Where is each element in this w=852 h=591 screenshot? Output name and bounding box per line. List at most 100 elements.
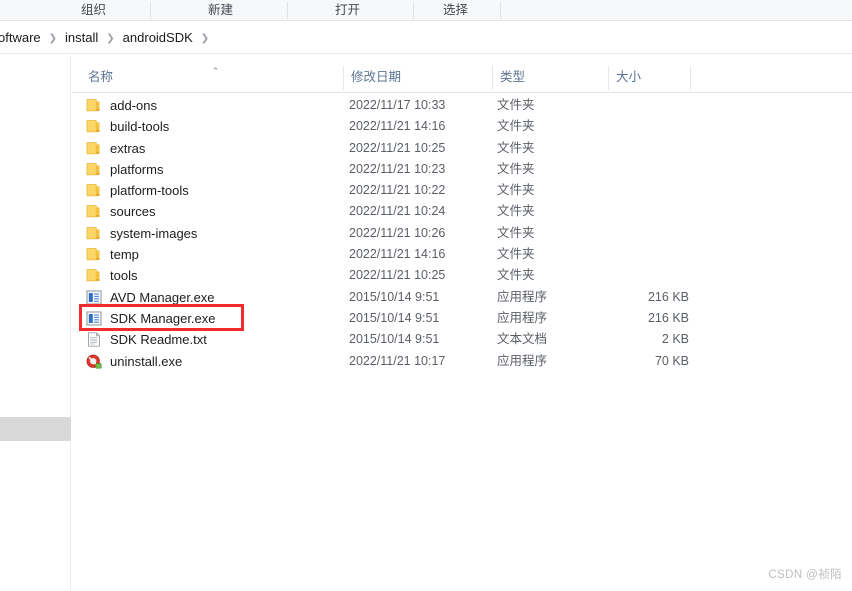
column-header-size[interactable]: 大小 xyxy=(616,63,641,92)
file-type: 文件夹 xyxy=(497,268,535,283)
command-bar-separator xyxy=(413,2,414,19)
nav-selected-block[interactable] xyxy=(0,417,71,441)
file-name[interactable]: system-images xyxy=(110,223,197,244)
file-type: 文件夹 xyxy=(497,225,535,240)
file-type: 文件夹 xyxy=(497,98,535,112)
file-name[interactable]: platform-tools xyxy=(110,180,189,201)
address-bar[interactable]: oftware ❯ install ❯ androidSDK ❯ xyxy=(0,21,852,54)
file-date-modified: 2022/11/21 10:26 xyxy=(349,225,446,240)
breadcrumb-chevron-right-icon[interactable]: ❯ xyxy=(102,33,118,44)
file-date-modified: 2015/10/14 9:51 xyxy=(349,289,440,304)
file-type: 文件夹 xyxy=(497,247,535,262)
command-bar-separator xyxy=(500,2,501,19)
file-size: 70 KB xyxy=(654,353,689,368)
column-header-row[interactable]: 名称 ⌃ 修改日期 类型 大小 xyxy=(72,63,852,93)
file-date-modified: 2022/11/21 10:24 xyxy=(349,204,446,219)
file-list-pane[interactable]: 名称 ⌃ 修改日期 类型 大小 add-ons 2022/11/17 10:33 文… xyxy=(72,55,852,591)
file-size: 2 KB xyxy=(661,332,689,347)
uninstall-icon xyxy=(86,354,102,369)
file-size xyxy=(572,180,689,201)
table-row[interactable]: temp 2022/11/21 14:16 文件夹 xyxy=(72,244,852,265)
command-bar-item-3[interactable]: 打开 xyxy=(335,0,360,20)
file-date-modified: 2022/11/21 10:25 xyxy=(349,268,446,283)
command-bar-separator xyxy=(287,2,288,19)
table-row[interactable]: platform-tools 2022/11/21 10:22 文件夹 xyxy=(72,180,852,201)
file-name[interactable]: extras xyxy=(110,138,145,159)
command-bar-item-2[interactable]: 新建 xyxy=(208,0,233,20)
file-date-modified: 2022/11/21 10:23 xyxy=(349,161,446,176)
breadcrumb-chevron-right-icon[interactable]: ❯ xyxy=(197,33,213,44)
column-divider[interactable] xyxy=(690,66,691,90)
file-type: 文件夹 xyxy=(497,140,535,155)
breadcrumb-segment-2[interactable]: install xyxy=(61,30,102,45)
table-row[interactable]: system-images 2022/11/21 10:26 文件夹 xyxy=(72,223,852,244)
file-name[interactable]: add-ons xyxy=(110,95,157,116)
column-header-date-modified[interactable]: 修改日期 xyxy=(351,63,401,92)
breadcrumb[interactable]: oftware ❯ install ❯ androidSDK ❯ xyxy=(0,21,213,53)
file-date-modified: 2022/11/21 10:22 xyxy=(349,183,446,198)
breadcrumb-segment-3[interactable]: androidSDK xyxy=(119,30,197,45)
file-type: 应用程序 xyxy=(497,353,548,368)
file-type: 文本文档 xyxy=(497,332,548,347)
file-name[interactable]: SDK Manager.exe xyxy=(110,308,216,329)
folder-icon xyxy=(86,204,102,219)
folder-icon xyxy=(86,226,102,241)
file-name[interactable]: SDK Readme.txt xyxy=(110,329,207,350)
file-type: 文件夹 xyxy=(497,183,535,198)
file-type: 文件夹 xyxy=(497,161,535,176)
table-row[interactable]: SDK Manager.exe 2015/10/14 9:51 应用程序 216 KB xyxy=(72,308,852,329)
csdn-watermark: CSDN @祯陌 xyxy=(768,569,842,581)
file-name[interactable]: AVD Manager.exe xyxy=(110,287,215,308)
file-name[interactable]: build-tools xyxy=(110,116,169,137)
table-row[interactable]: build-tools 2022/11/21 14:16 文件夹 xyxy=(72,116,852,137)
navigation-pane[interactable] xyxy=(0,55,71,591)
file-type: 文件夹 xyxy=(497,119,535,134)
sort-ascending-icon: ⌃ xyxy=(211,66,220,76)
column-divider[interactable] xyxy=(343,66,344,90)
file-size xyxy=(572,138,689,159)
file-size xyxy=(572,223,689,244)
file-size xyxy=(572,265,689,286)
file-name[interactable]: platforms xyxy=(110,159,163,180)
table-row[interactable]: uninstall.exe 2022/11/21 10:17 应用程序 70 KB xyxy=(72,351,852,372)
column-header-type[interactable]: 类型 xyxy=(500,63,525,92)
command-bar: 组织 新建 打开 选择 xyxy=(0,0,852,21)
table-row[interactable]: SDK Readme.txt 2015/10/14 9:51 文本文档 2 KB xyxy=(72,329,852,350)
file-size xyxy=(572,116,689,137)
file-size: 216 KB xyxy=(647,289,689,304)
file-name[interactable]: temp xyxy=(110,244,139,265)
file-size xyxy=(572,95,689,116)
breadcrumb-segment-1[interactable]: oftware xyxy=(0,30,45,45)
folder-icon xyxy=(86,183,102,198)
command-bar-item-1[interactable]: 组织 xyxy=(81,0,106,20)
exe-icon xyxy=(86,311,102,326)
file-date-modified: 2022/11/17 10:33 xyxy=(349,98,446,112)
table-row[interactable]: tools 2022/11/21 10:25 文件夹 xyxy=(72,265,852,286)
column-divider[interactable] xyxy=(608,66,609,90)
file-type: 文件夹 xyxy=(497,204,535,219)
column-header-name[interactable]: 名称 xyxy=(88,63,113,92)
table-row[interactable]: AVD Manager.exe 2015/10/14 9:51 应用程序 216 KB xyxy=(72,287,852,308)
table-row[interactable]: sources 2022/11/21 10:24 文件夹 xyxy=(72,201,852,222)
file-name[interactable]: tools xyxy=(110,265,137,286)
table-row[interactable]: platforms 2022/11/21 10:23 文件夹 xyxy=(72,159,852,180)
file-date-modified: 2022/11/21 14:16 xyxy=(349,119,446,134)
file-size xyxy=(572,244,689,265)
folder-icon xyxy=(86,141,102,156)
file-date-modified: 2015/10/14 9:51 xyxy=(349,310,440,325)
folder-icon xyxy=(86,98,102,113)
file-size: 216 KB xyxy=(647,310,689,325)
file-type: 应用程序 xyxy=(497,310,548,325)
text-file-icon xyxy=(86,332,102,347)
breadcrumb-chevron-right-icon[interactable]: ❯ xyxy=(45,33,61,44)
file-date-modified: 2022/11/21 10:25 xyxy=(349,140,446,155)
command-bar-item-4[interactable]: 选择 xyxy=(443,0,468,20)
column-divider[interactable] xyxy=(492,66,493,90)
table-row[interactable]: add-ons 2022/11/17 10:33 文件夹 xyxy=(72,95,852,116)
file-name[interactable]: uninstall.exe xyxy=(110,351,182,372)
table-row[interactable]: extras 2022/11/21 10:25 文件夹 xyxy=(72,138,852,159)
exe-icon xyxy=(86,290,102,305)
folder-icon xyxy=(86,162,102,177)
file-name[interactable]: sources xyxy=(110,201,156,222)
folder-icon xyxy=(86,119,102,134)
